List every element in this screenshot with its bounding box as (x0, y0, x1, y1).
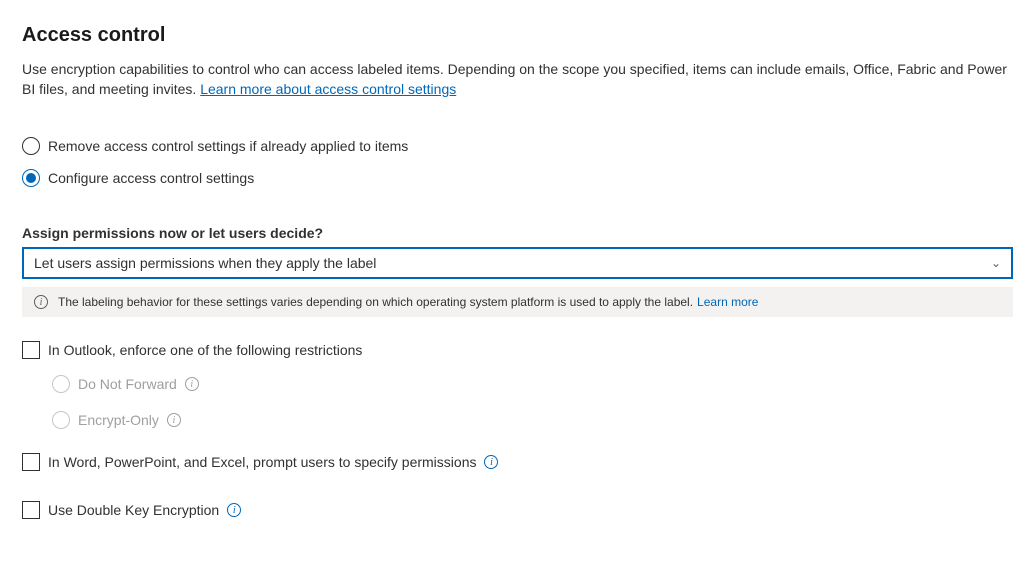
radio-icon (22, 137, 40, 155)
radio-configure-access-control[interactable]: Configure access control settings (22, 169, 1013, 187)
checkbox-icon (22, 501, 40, 519)
checkbox-icon (22, 453, 40, 471)
page-description: Use encryption capabilities to control w… (22, 59, 1013, 99)
radio-label: Do Not Forward (78, 376, 177, 392)
info-icon[interactable]: i (227, 503, 241, 517)
dropdown-value: Let users assign permissions when they a… (34, 255, 376, 271)
info-icon[interactable]: i (167, 413, 181, 427)
radio-icon (22, 169, 40, 187)
radio-remove-access-control[interactable]: Remove access control settings if alread… (22, 137, 1013, 155)
info-banner: i The labeling behavior for these settin… (22, 287, 1013, 317)
radio-do-not-forward[interactable]: Do Not Forward i (52, 375, 1013, 393)
radio-label: Configure access control settings (48, 170, 254, 186)
checkbox-label: Use Double Key Encryption (48, 502, 219, 518)
checkbox-label: In Word, PowerPoint, and Excel, prompt u… (48, 454, 476, 470)
radio-label: Remove access control settings if alread… (48, 138, 408, 154)
page-title: Access control (22, 24, 1013, 47)
checkbox-outlook-restrictions[interactable]: In Outlook, enforce one of the following… (22, 341, 1013, 359)
learn-more-access-control-link[interactable]: Learn more about access control settings (200, 81, 456, 97)
info-banner-learn-more-link[interactable]: Learn more (697, 295, 758, 309)
radio-encrypt-only[interactable]: Encrypt-Only i (52, 411, 1013, 429)
checkbox-icon (22, 341, 40, 359)
checkbox-label: In Outlook, enforce one of the following… (48, 342, 362, 358)
info-icon[interactable]: i (185, 377, 199, 391)
chevron-down-icon: ⌄ (991, 256, 1001, 270)
radio-icon (52, 375, 70, 393)
radio-label: Encrypt-Only (78, 412, 159, 428)
info-icon: i (34, 295, 48, 309)
radio-icon (52, 411, 70, 429)
info-banner-text: The labeling behavior for these settings… (58, 295, 693, 309)
checkbox-double-key-encryption[interactable]: Use Double Key Encryption i (22, 501, 1013, 519)
checkbox-word-ppt-excel-permissions[interactable]: In Word, PowerPoint, and Excel, prompt u… (22, 453, 1013, 471)
info-icon[interactable]: i (484, 455, 498, 469)
assign-permissions-label: Assign permissions now or let users deci… (22, 225, 1013, 241)
assign-permissions-dropdown[interactable]: Let users assign permissions when they a… (22, 247, 1013, 279)
